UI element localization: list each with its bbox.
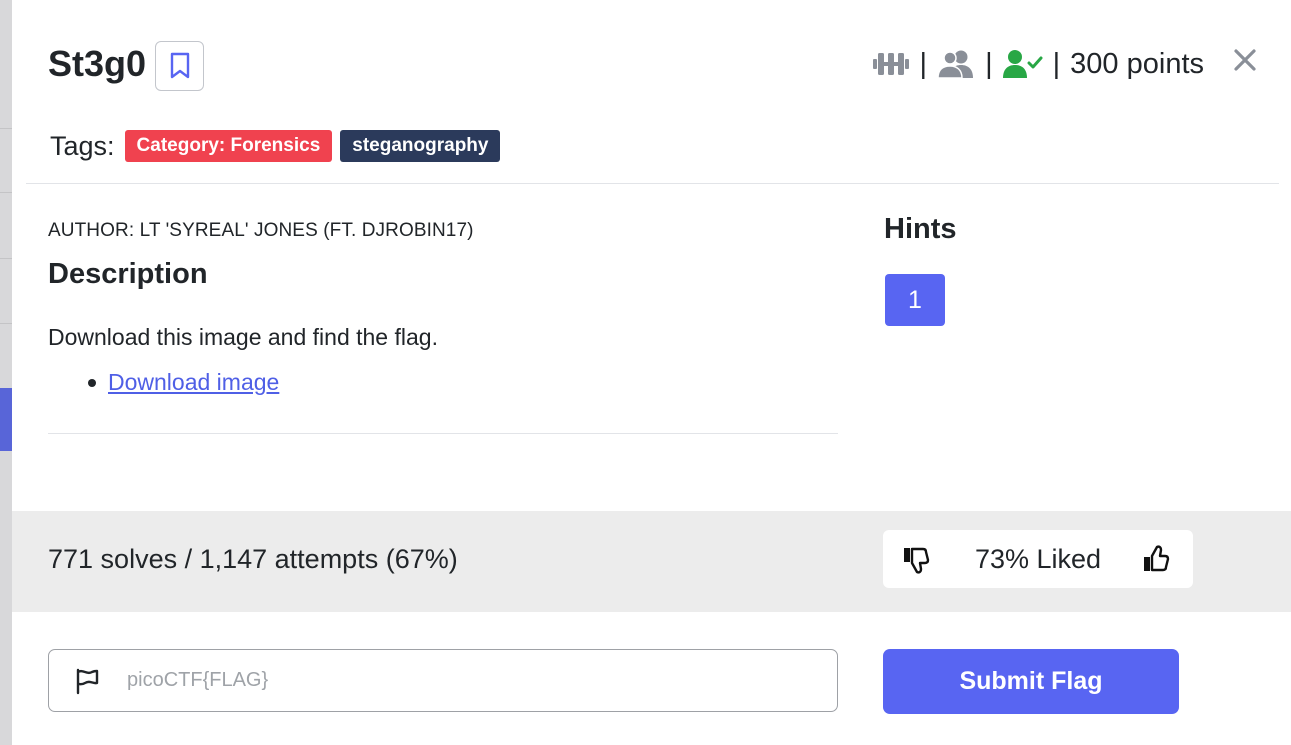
bookmark-icon [170,52,189,79]
header-divider [26,183,1279,184]
download-list-item: Download image [88,369,279,396]
meta-separator: | [1052,47,1061,80]
challenge-modal: St3g0 | | | 300 points Tags: Category: F… [12,0,1291,745]
stats-band: 771 solves / 1,147 attempts (67%) 73% Li… [12,511,1291,612]
challenge-points: 300 points [1070,47,1204,80]
flag-input-wrapper [48,649,838,712]
tag-list: Tags: Category: Forensics steganography [50,130,501,162]
flag-input[interactable] [127,650,827,711]
author-line: AUTHOR: LT 'SYREAL' JONES (FT. DJROBIN17… [48,220,474,241]
close-button[interactable] [1230,45,1260,75]
solves-stats: 771 solves / 1,147 attempts (67%) [48,544,458,574]
thumbs-up-icon[interactable] [1141,544,1171,574]
hints-heading: Hints [884,213,957,245]
bookmark-button[interactable] [155,41,204,91]
list-bullet [88,378,96,387]
challenge-meta: | | | 300 points [872,44,1204,84]
rating-box: 73% Liked [883,530,1193,588]
hint-button-1[interactable]: 1 [885,274,945,326]
description-divider [48,433,838,434]
users-icon [937,50,974,79]
challenge-title: St3g0 [48,43,147,84]
dumbbell-icon [872,53,909,75]
flag-icon [76,668,99,695]
description-text: Download this image and find the flag. [48,324,438,350]
page-backdrop [0,0,12,745]
tag-category[interactable]: Category: Forensics [124,130,333,162]
download-image-link[interactable]: Download image [108,369,279,396]
submit-flag-button[interactable]: Submit Flag [883,649,1179,714]
tag-steganography[interactable]: steganography [340,130,501,162]
close-icon [1234,49,1256,71]
meta-separator: | [919,47,928,80]
tags-label: Tags: [50,130,115,161]
user-check-icon [1002,50,1043,78]
meta-separator: | [985,47,993,80]
description-heading: Description [48,258,208,290]
